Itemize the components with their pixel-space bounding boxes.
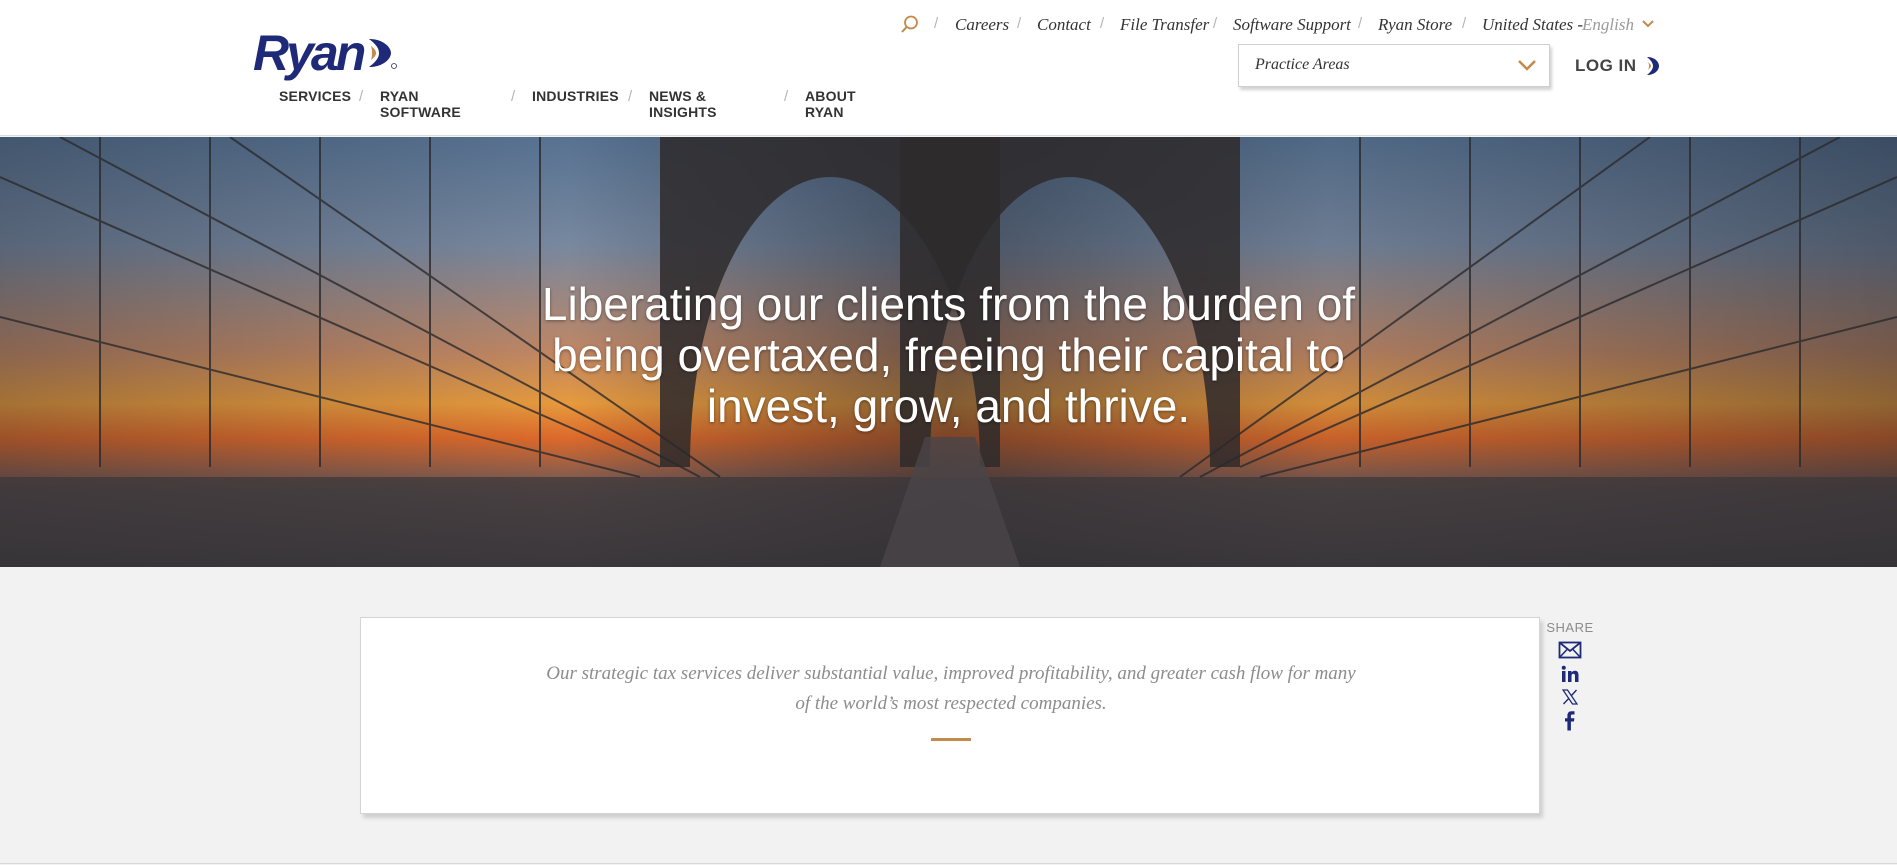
intro-line: Our strategic tax services deliver subst… [546, 663, 1356, 684]
facebook-icon[interactable] [1564, 711, 1576, 731]
hero-banner: Liberating our clients from the burden o… [0, 137, 1897, 567]
x-icon[interactable] [1562, 689, 1578, 705]
separator: / [1213, 15, 1218, 32]
login-label: LOG IN [1575, 56, 1637, 75]
careers-link[interactable]: Careers [955, 15, 1009, 35]
intro-card: Our strategic tax services deliver subst… [360, 617, 1540, 814]
practice-areas-label: Practice Areas [1255, 56, 1350, 73]
chevron-down-icon[interactable] [1641, 19, 1655, 29]
practice-areas-select[interactable]: Practice Areas [1238, 44, 1550, 87]
login-button[interactable]: LOG IN [1575, 55, 1661, 77]
footer-divider [0, 863, 1897, 864]
software-support-link[interactable]: Software Support [1233, 15, 1351, 35]
locale-language[interactable]: English [1582, 15, 1634, 35]
contact-link[interactable]: Contact [1037, 15, 1091, 35]
separator: / [359, 88, 364, 105]
intro-line: of the world’s most respected companies. [795, 693, 1107, 714]
file-transfer-link[interactable]: File Transfer [1120, 15, 1209, 35]
chevron-down-icon [1518, 60, 1536, 71]
hero-line: Liberating our clients from the burden o… [541, 278, 1356, 330]
logo-mark-icon [369, 39, 398, 69]
hero-headline: Liberating our clients from the burden o… [0, 279, 1897, 432]
ryan-store-link[interactable]: Ryan Store [1378, 15, 1452, 35]
search-icon[interactable] [900, 14, 920, 34]
email-icon[interactable] [1558, 641, 1582, 659]
separator: / [1100, 15, 1105, 32]
separator: / [1017, 15, 1022, 32]
nav-ryan-software[interactable]: RYAN SOFTWARE [380, 88, 461, 120]
nav-services[interactable]: SERVICES [279, 88, 351, 104]
nav-industries[interactable]: INDUSTRIES [532, 88, 619, 104]
separator: / [784, 88, 789, 105]
separator: / [1358, 15, 1363, 32]
locale-country[interactable]: United States - [1482, 15, 1583, 35]
separator: / [934, 15, 939, 32]
hero-line: being overtaxed, freeing their capital t… [552, 329, 1345, 381]
separator: / [628, 88, 633, 105]
hero-line: invest, grow, and thrive. [706, 380, 1191, 432]
share-label: SHARE [1546, 620, 1594, 635]
separator: / [1462, 15, 1467, 32]
accent-divider [931, 738, 971, 741]
intro-text: Our strategic tax services deliver subst… [511, 659, 1391, 719]
separator: / [511, 88, 516, 105]
ryan-chevron-icon [1646, 57, 1659, 75]
nav-news-insights[interactable]: NEWS & INSIGHTS [649, 88, 717, 120]
nav-about-ryan[interactable]: ABOUT RYAN [805, 88, 856, 120]
share-bar: SHARE [1545, 620, 1595, 731]
utility-nav: / Careers / Contact / File Transfer / So… [0, 13, 1897, 35]
linkedin-icon[interactable] [1561, 665, 1579, 683]
site-header: Ryan / Careers / Contact / File Transfer… [0, 0, 1897, 136]
